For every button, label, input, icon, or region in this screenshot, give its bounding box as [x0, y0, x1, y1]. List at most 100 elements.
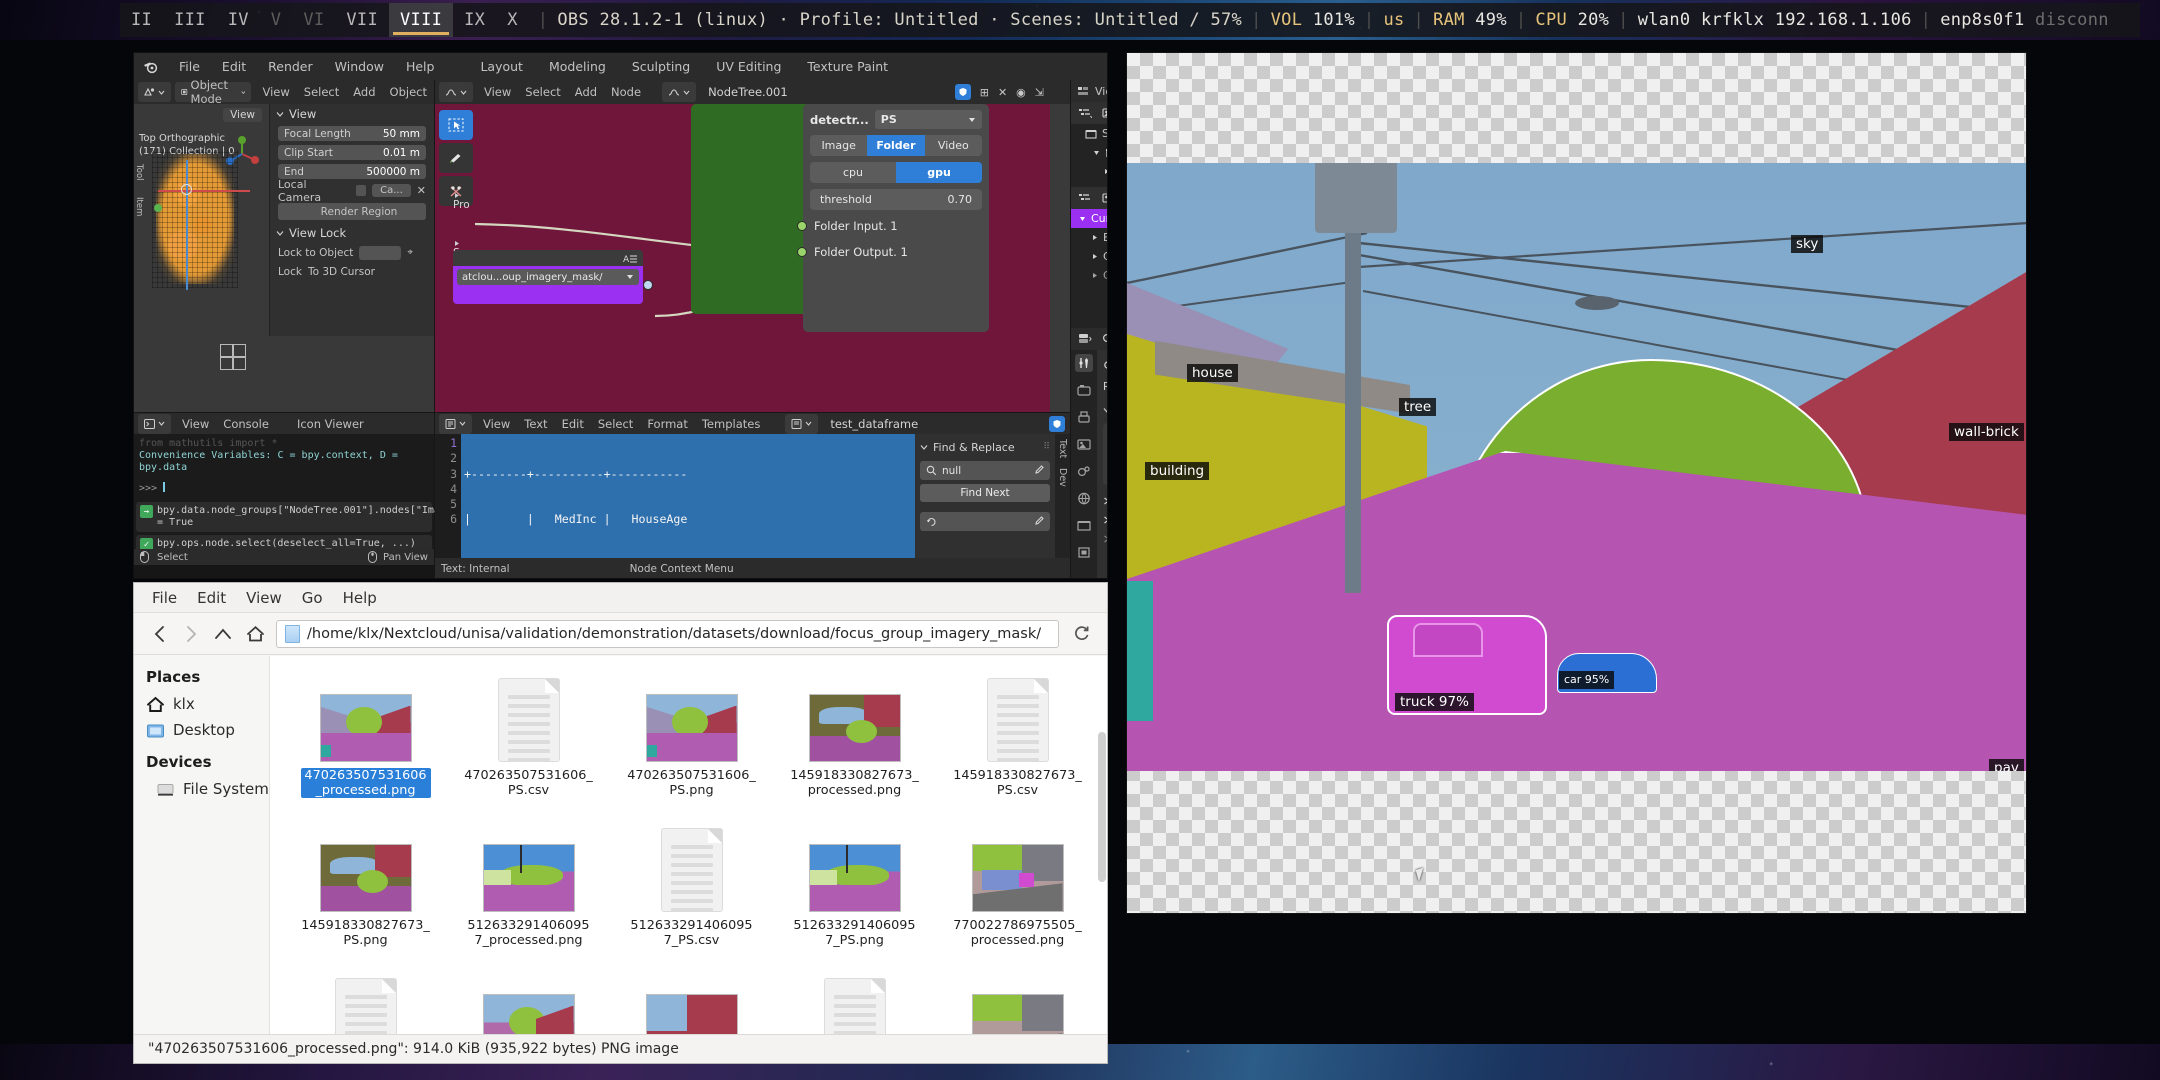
file-label[interactable]: 5126332914060957_PS.png	[790, 918, 920, 948]
node-file-selector[interactable]: A atclou...oup_imagery_mask/	[453, 250, 653, 306]
list-item[interactable]: 5126332914060957_processed.png	[447, 820, 610, 948]
tab-render-icon[interactable]	[1075, 381, 1093, 399]
fm-menu-help[interactable]: Help	[333, 585, 387, 611]
node-use-nodes-icon[interactable]	[954, 84, 971, 100]
file-manager-window[interactable]: File Edit View Go Help /home/klx/Nextclo…	[133, 582, 1108, 1064]
find-next-button[interactable]: Find Next	[920, 484, 1050, 502]
python-console-editor[interactable]: View Console Icon Viewer from mathutils …	[134, 413, 560, 565]
file-label[interactable]: 470263507531606_PS.csv	[464, 768, 594, 798]
node-model-select[interactable]: PS	[874, 110, 982, 129]
list-item[interactable]	[447, 970, 610, 1034]
depth-of-field-section[interactable]: Depth of Field	[1103, 529, 1107, 548]
node-folder-path-field[interactable]: atclou...oup_imagery_mask/	[457, 269, 639, 285]
text-menu-edit[interactable]: Edit	[555, 417, 591, 431]
list-item[interactable]: 470263507531606_PS.png	[610, 670, 773, 798]
eyedropper-icon[interactable]	[1033, 516, 1044, 527]
panel-section-view[interactable]: View	[270, 104, 434, 124]
blendfile-filter-icon[interactable]	[1102, 192, 1107, 204]
workspace-tab-texture-paint[interactable]: Texture Paint	[794, 53, 901, 80]
viewport-3d[interactable]: Object Mode View Select Add Object View …	[134, 80, 434, 412]
object-mode-selector[interactable]: Object Mode	[175, 80, 252, 106]
console-menu-console[interactable]: Console	[216, 417, 276, 431]
workspace-tag-8[interactable]: VIII	[389, 3, 454, 37]
tab-tool-icon[interactable]	[1075, 354, 1093, 372]
workspace-tab-uv-editing[interactable]: UV Editing	[703, 53, 794, 80]
file-label[interactable]: 145918330827673_processed.png	[790, 768, 920, 798]
sidebar-item-klx[interactable]: klx	[146, 691, 269, 717]
local-camera-clear-icon[interactable]: ✕	[417, 184, 426, 197]
fm-menu-edit[interactable]: Edit	[187, 585, 236, 611]
find-replace-header[interactable]: Find & Replace ⠿	[920, 438, 1050, 456]
console-menu-view[interactable]: View	[175, 417, 216, 431]
device-option-gpu[interactable]: gpu	[896, 162, 982, 183]
fm-menu-view[interactable]: View	[236, 585, 292, 611]
device-option-cpu[interactable]: cpu	[810, 162, 896, 183]
source-option-image[interactable]: Image	[810, 135, 867, 156]
node-socket-folder-input[interactable]: Folder Input. 1	[797, 216, 982, 236]
node-socket-folder-output[interactable]: Folder Output. 1	[797, 242, 982, 262]
workspace-tag-2[interactable]: II	[120, 3, 163, 37]
text-run-script-icon[interactable]	[1049, 415, 1065, 432]
workspace-tag-4[interactable]: IV	[217, 3, 260, 37]
workspace-tab-layout[interactable]: Layout	[467, 53, 536, 80]
list-item[interactable]: 145918330827673_PS.png	[284, 820, 447, 948]
text-menu-select[interactable]: Select	[591, 417, 640, 431]
file-label[interactable]: 5126332914060957_PS.csv	[627, 918, 757, 948]
local-camera-row[interactable]: Local Camera Ca... ✕	[270, 178, 434, 204]
clip-start-row[interactable]: Clip Start 0.01 m	[270, 143, 434, 162]
blender-menu-render[interactable]: Render	[257, 53, 324, 80]
text-tab-dev[interactable]: Dev	[1057, 468, 1068, 487]
properties-tab-rail[interactable]	[1071, 350, 1097, 578]
node-editor-type-icon[interactable]	[439, 82, 473, 102]
blender-menu-file[interactable]: File	[168, 53, 211, 80]
tab-object-icon[interactable]	[1075, 543, 1093, 561]
file-label[interactable]: 145918330827673_PS.png	[301, 918, 431, 948]
text-editor[interactable]: View Text Edit Select Format Templates t…	[435, 413, 1070, 578]
tab-collection-icon[interactable]	[1075, 516, 1093, 534]
viewport-menu-add[interactable]: Add	[346, 85, 382, 99]
clip-start-field[interactable]: Clip Start 0.01 m	[278, 145, 426, 160]
node-snap-icon[interactable]: ⊞	[980, 86, 989, 99]
local-camera-checkbox[interactable]	[355, 185, 367, 196]
workspace-tag-3[interactable]: III	[163, 3, 217, 37]
blendfile-display-mode-icon[interactable]	[1078, 193, 1092, 203]
blender-menu-window[interactable]: Window	[324, 53, 395, 80]
node-editor[interactable]: View Select Add Node NodeTree.001 ⊞ ✕ ◉ …	[435, 80, 1070, 412]
focal-length-row[interactable]: Focal Length 50 mm	[270, 124, 434, 143]
node-menu-add[interactable]: Add	[568, 85, 604, 99]
file-label[interactable]: 5126332914060957_processed.png	[464, 918, 594, 948]
editor-type-icon[interactable]	[138, 82, 171, 102]
workspace-tag-5[interactable]: V	[260, 3, 293, 37]
node-menu-node[interactable]: Node	[604, 85, 648, 99]
text-menu-text[interactable]: Text	[517, 417, 554, 431]
properties-header[interactable]	[1071, 328, 1107, 350]
node-menu-select[interactable]: Select	[518, 85, 567, 99]
focal-length-field[interactable]: Focal Length 50 mm	[278, 126, 426, 141]
node-editor-sidebar-strip[interactable]	[1050, 104, 1070, 412]
sampling-box[interactable]: Render 64 Viewpor 16 Viewpo...	[1103, 423, 1107, 485]
list-item[interactable]	[610, 970, 773, 1034]
bloom-section[interactable]: Bloom ⠿	[1103, 510, 1107, 529]
node-tree-type-icon[interactable]	[662, 82, 697, 102]
node-menu-view[interactable]: View	[477, 85, 518, 99]
fm-menu-go[interactable]: Go	[292, 585, 333, 611]
blendfile-outliner-toolbar[interactable]	[1071, 187, 1107, 209]
tab-viewlayer-icon[interactable]	[1075, 435, 1093, 453]
viewport-tab-tool[interactable]: Tool	[134, 164, 144, 181]
outliner-row-cameras[interactable]: Cameras	[1071, 247, 1107, 266]
workspace-tag-6[interactable]: VI	[292, 3, 335, 37]
render-region-button[interactable]: Render Region	[278, 203, 426, 220]
workspace-tag-10[interactable]: X	[496, 3, 529, 37]
file-list-area[interactable]: 470263507531606_processed.png 4702635075…	[270, 656, 1107, 1034]
eyedropper-icon[interactable]	[1033, 465, 1044, 476]
forward-button[interactable]	[180, 621, 202, 647]
viewport-menu-view[interactable]: View	[255, 85, 296, 99]
properties-editor[interactable]: Scene Render ... Eevee	[1071, 328, 1107, 578]
properties-type-icon[interactable]	[1078, 333, 1092, 345]
text-editor-body[interactable]: 1 2 3 4 5 6 +--------+----------+-------…	[435, 434, 1070, 558]
text-tab-text[interactable]: Text	[1057, 439, 1068, 458]
viewport-tab-item[interactable]: Item	[134, 197, 144, 216]
blender-menu-help[interactable]: Help	[395, 53, 446, 80]
tab-world-icon[interactable]	[1075, 489, 1093, 507]
source-option-video[interactable]: Video	[925, 135, 982, 156]
